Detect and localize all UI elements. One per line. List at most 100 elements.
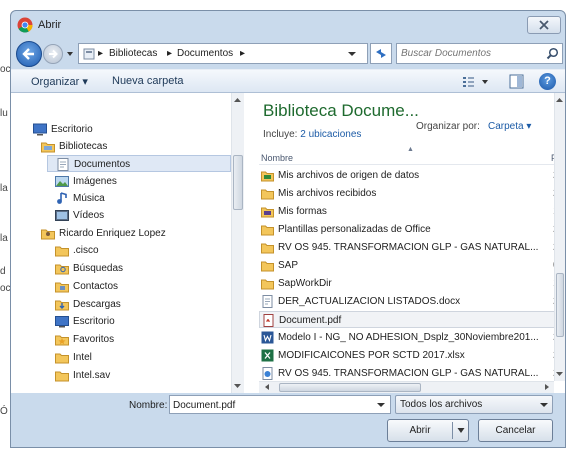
nav-item-descargas[interactable]: Descargas (11, 296, 231, 313)
pictures-icon (55, 176, 69, 187)
library-title: Biblioteca Docume... (263, 101, 419, 120)
filename-field[interactable] (169, 395, 391, 414)
preview-pane-button[interactable] (509, 74, 524, 89)
scroll-down-icon[interactable] (232, 381, 243, 391)
breadcrumb-documentos[interactable]: Documentos (177, 48, 233, 59)
file-row[interactable]: Plantillas personalizadas de Office 21 (259, 221, 565, 238)
nav-item-intel-sav[interactable]: Intel.sav (11, 367, 231, 384)
nav-item-label: Música (73, 193, 105, 204)
content-area: Escritorio Bibliotecas Documentos Imágen… (11, 93, 565, 393)
file-row[interactable]: Mis formas 18 (259, 203, 565, 220)
filename-dropdown-icon[interactable] (376, 401, 386, 409)
favorites-icon (55, 335, 69, 346)
nav-item-cisco[interactable]: .cisco (11, 242, 231, 259)
docx-icon (262, 295, 273, 308)
file-type-select[interactable]: Todos los archivos (395, 395, 553, 414)
file-name: RV OS 945. TRANSFORMACION GLP - GAS NATU… (278, 242, 539, 253)
refresh-button[interactable] (370, 43, 392, 64)
file-name: DER_ACTUALIZACION LISTADOS.docx (278, 296, 461, 307)
pdf-icon (263, 314, 274, 327)
nav-item-contactos[interactable]: Contactos (11, 278, 231, 295)
column-header-name[interactable]: Nombre (261, 153, 293, 163)
file-row[interactable]: Mis archivos recibidos 21 (259, 185, 565, 202)
open-button-label: Abrir (409, 425, 431, 436)
scroll-right-icon[interactable] (542, 382, 552, 392)
filename-input[interactable] (173, 398, 363, 412)
open-button-divider (452, 422, 453, 439)
new-folder-button[interactable]: Nueva carpeta (112, 75, 184, 87)
nav-item-label: Vídeos (73, 210, 105, 221)
breadcrumb-bibliotecas[interactable]: Bibliotecas (109, 48, 157, 59)
search-icon[interactable] (546, 47, 559, 60)
file-list-scroll-thumb[interactable] (556, 273, 564, 337)
arrange-by-label: Organizar por: (416, 121, 480, 132)
file-name: SAP (278, 260, 299, 271)
open-options-dropdown-icon[interactable] (457, 427, 465, 434)
file-row[interactable]: Mis archivos de origen de datos 22 (259, 167, 565, 184)
nav-item-favoritos[interactable]: Favoritos (11, 331, 231, 348)
scroll-up-icon[interactable] (555, 95, 564, 105)
preview-pane-icon (509, 74, 524, 89)
file-list-horizontal-scrollbar[interactable] (259, 381, 554, 393)
breadcrumb-arrow: ▸ (240, 48, 246, 59)
file-row[interactable]: SapWorkDir 19 (259, 275, 565, 292)
history-dropdown-icon[interactable] (65, 49, 75, 59)
scroll-down-icon[interactable] (555, 369, 564, 379)
window-title: Abrir (38, 19, 62, 31)
file-row[interactable]: MODIFICAICONES POR SCTD 2017.xlsx 24 (259, 347, 565, 364)
includes-row: Incluye: 2 ubicaciones (263, 129, 361, 140)
desktop-folder-icon (55, 316, 69, 328)
nav-item-escritorio[interactable]: Escritorio (11, 121, 231, 138)
filename-label: Nombre: (129, 400, 168, 411)
organize-button[interactable]: Organizar ▾ (31, 75, 88, 88)
file-name: RV OS 945. TRANSFORMACION GLP - GAS NATU… (278, 368, 539, 379)
navigation-scroll-thumb[interactable] (233, 155, 243, 210)
file-row[interactable]: DER_ACTUALIZACION LISTADOS.docx 21 (259, 293, 565, 310)
includes-locations-link[interactable]: 2 ubicaciones (300, 129, 361, 140)
navigation-row: ▸ Bibliotecas ▸ Documentos ▸ (11, 39, 565, 69)
scroll-up-icon[interactable] (232, 95, 243, 105)
nav-item-label: .cisco (73, 245, 99, 256)
address-bar[interactable]: ▸ Bibliotecas ▸ Documentos ▸ (78, 43, 368, 64)
file-list-pane: Biblioteca Docume... Incluye: 2 ubicacio… (245, 93, 565, 393)
music-icon (57, 192, 67, 204)
nav-item-bibliotecas[interactable]: Bibliotecas (11, 138, 231, 155)
title-bar[interactable]: Abrir (11, 11, 565, 39)
change-view-button[interactable] (461, 73, 491, 90)
file-row[interactable]: Modelo I - NG_ NO ADHESION_Dsplz_30Novie… (259, 329, 565, 346)
help-button[interactable]: ? (539, 73, 556, 90)
nav-item-videos[interactable]: Vídeos (11, 207, 231, 224)
file-row[interactable]: RV OS 945. TRANSFORMACION GLP - GAS NATU… (259, 239, 565, 256)
nav-item-label: Escritorio (51, 124, 93, 135)
nav-item-musica[interactable]: Música (11, 190, 231, 207)
sort-indicator: ▲ (407, 146, 414, 153)
search-box[interactable] (396, 43, 563, 64)
folder-icon (261, 261, 274, 272)
nav-item-imagenes[interactable]: Imágenes (11, 173, 231, 190)
back-button[interactable] (16, 41, 42, 67)
close-icon (539, 20, 549, 30)
navigation-scrollbar[interactable] (231, 93, 244, 393)
nav-item-intel[interactable]: Intel (11, 349, 231, 366)
close-button[interactable] (527, 16, 561, 34)
address-dropdown-icon[interactable] (347, 50, 357, 58)
nav-item-label: Documentos (74, 159, 131, 170)
open-button[interactable]: Abrir (387, 419, 469, 442)
library-location-icon (83, 48, 95, 60)
scroll-left-icon[interactable] (262, 382, 272, 392)
nav-item-ricardo[interactable]: Ricardo Enriquez Lopez (11, 225, 231, 242)
folder-icon (261, 225, 274, 236)
desktop-icon (33, 123, 47, 136)
nav-item-busquedas[interactable]: Búsquedas (11, 260, 231, 277)
file-row[interactable]: SAP 01 (259, 257, 565, 274)
cancel-button[interactable]: Cancelar (478, 419, 553, 442)
nav-item-documentos[interactable]: Documentos (47, 155, 231, 172)
file-row-selected[interactable]: Document.pdf 02 (259, 311, 565, 328)
horizontal-scroll-thumb[interactable] (279, 383, 421, 392)
search-input[interactable] (401, 46, 536, 61)
arrange-by-dropdown[interactable]: Carpeta ▾ (488, 121, 531, 132)
nav-item-escritorio-user[interactable]: Escritorio (11, 313, 231, 330)
file-row[interactable]: RV OS 945. TRANSFORMACION GLP - GAS NATU… (259, 365, 565, 382)
forward-button[interactable] (43, 44, 63, 64)
file-list-vertical-scrollbar[interactable] (554, 93, 565, 381)
